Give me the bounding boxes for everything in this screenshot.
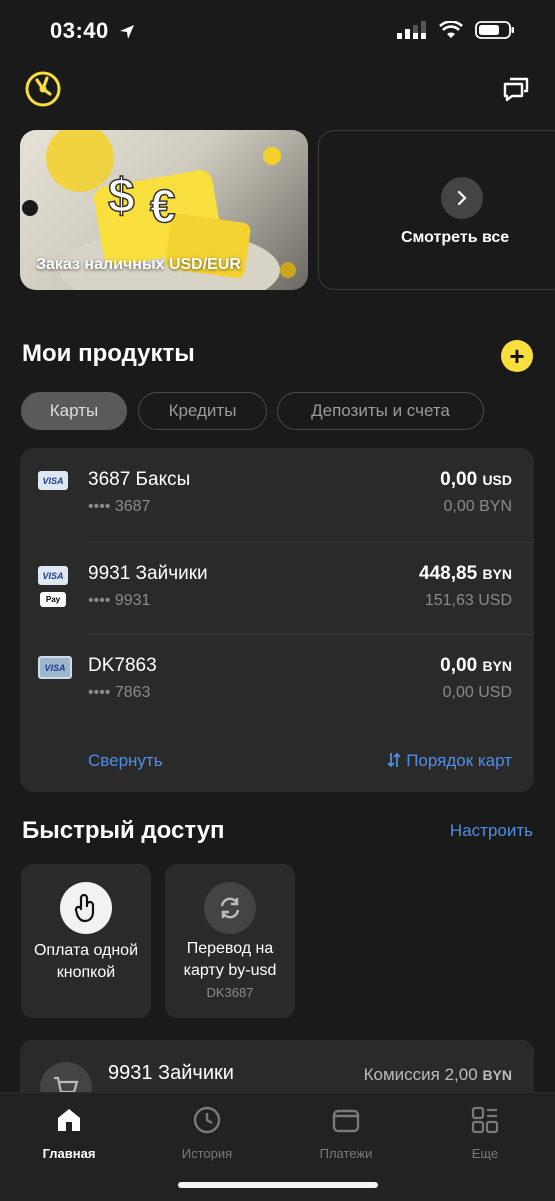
quick-access-title: Быстрый доступ bbox=[22, 817, 225, 844]
bank-logo[interactable] bbox=[24, 70, 62, 108]
card-mask: •••• 7863 bbox=[88, 684, 151, 701]
svg-text:$: $ bbox=[108, 170, 135, 223]
see-all-button[interactable] bbox=[441, 177, 483, 219]
see-all-label: Смотреть все bbox=[401, 229, 510, 246]
nav-more-label: Еще bbox=[471, 1146, 499, 1161]
chat-button[interactable] bbox=[501, 74, 531, 104]
nav-more[interactable]: Еще bbox=[430, 1105, 540, 1161]
clock-icon bbox=[193, 1106, 221, 1134]
card-amount: 448,85 BYN bbox=[419, 563, 512, 584]
plus-icon: + bbox=[509, 341, 525, 371]
nav-payments-label: Платежи bbox=[319, 1146, 373, 1161]
nav-home-label: Главная bbox=[42, 1146, 96, 1161]
refresh-icon bbox=[204, 882, 256, 934]
status-icons bbox=[397, 20, 515, 40]
quick-tile-one-click[interactable]: Оплата одной кнопкой bbox=[21, 864, 151, 1018]
promo-title: Заказ наличных USD/EUR bbox=[36, 256, 241, 273]
battery-icon bbox=[475, 21, 514, 39]
card-amount: 0,00 USD bbox=[440, 469, 512, 490]
visa-icon: VISA bbox=[38, 471, 68, 490]
card-order-link[interactable]: Порядок карт bbox=[387, 751, 512, 771]
quick-tile-sub: DK3687 bbox=[206, 985, 254, 1000]
location-arrow-icon bbox=[120, 25, 135, 40]
tap-icon bbox=[60, 882, 112, 934]
payment-commission: Комиссия 2,00 BYN bbox=[363, 1065, 512, 1084]
status-time: 03:40 bbox=[50, 18, 135, 44]
wifi-icon bbox=[439, 21, 463, 38]
tab-cards[interactable]: Карты bbox=[21, 392, 127, 430]
cellular-signal-icon bbox=[397, 21, 426, 39]
card-amount: 0,00 BYN bbox=[440, 655, 512, 676]
nav-payments[interactable]: Платежи bbox=[291, 1105, 401, 1161]
card-name: 3687 Баксы bbox=[88, 469, 191, 490]
promo-banner[interactable]: $ € Заказ наличных USD/EUR bbox=[20, 130, 308, 290]
nav-home[interactable]: Главная bbox=[14, 1105, 124, 1161]
card-secondary-amount: 0,00 USD bbox=[442, 684, 512, 701]
tab-credits[interactable]: Кредиты bbox=[138, 392, 267, 430]
add-product-button[interactable]: + bbox=[501, 340, 533, 372]
sort-icon bbox=[387, 752, 402, 768]
configure-link[interactable]: Настроить bbox=[450, 821, 533, 841]
payment-name: 9931 Зайчики bbox=[108, 1062, 234, 1084]
svg-text:€: € bbox=[150, 180, 176, 232]
card-mask: •••• 3687 bbox=[88, 498, 151, 515]
card-secondary-amount: 151,63 USD bbox=[424, 592, 512, 609]
home-icon bbox=[58, 1109, 80, 1131]
card-row[interactable]: VISA Pay 9931 Зайчики •••• 9931 448,85 B… bbox=[20, 542, 534, 636]
quick-tile-label: Оплата одной кнопкой bbox=[33, 942, 139, 981]
wallet-icon bbox=[332, 1109, 360, 1133]
nav-history[interactable]: История bbox=[152, 1105, 262, 1161]
tab-deposits[interactable]: Депозиты и счета bbox=[277, 392, 484, 430]
quick-tile-transfer[interactable]: Перевод на карту by-usd DK3687 bbox=[165, 864, 295, 1018]
products-title: Мои продукты bbox=[22, 340, 195, 367]
chat-icon bbox=[503, 77, 529, 102]
chevron-right-icon bbox=[457, 191, 467, 205]
cards-panel: VISA 3687 Баксы •••• 3687 0,00 USD 0,00 … bbox=[20, 448, 534, 792]
quick-tile-label: Перевод на карту by-usd bbox=[183, 940, 277, 979]
home-indicator bbox=[178, 1182, 378, 1188]
apple-pay-icon: Pay bbox=[40, 592, 66, 607]
visa-icon: VISA bbox=[38, 656, 72, 679]
visa-icon: VISA bbox=[38, 566, 68, 585]
card-row[interactable]: VISA 3687 Баксы •••• 3687 0,00 USD 0,00 … bbox=[20, 448, 534, 542]
see-all-card[interactable]: Смотреть все bbox=[318, 130, 555, 290]
logo-icon bbox=[25, 71, 61, 107]
card-row[interactable]: VISA DK7863 •••• 7863 0,00 BYN 0,00 USD bbox=[20, 634, 534, 728]
card-name: DK7863 bbox=[88, 655, 157, 676]
card-name: 9931 Зайчики bbox=[88, 563, 208, 584]
card-mask: •••• 9931 bbox=[88, 592, 151, 609]
grid-icon bbox=[471, 1106, 499, 1134]
card-secondary-amount: 0,00 BYN bbox=[443, 498, 512, 515]
nav-history-label: История bbox=[181, 1146, 233, 1161]
collapse-link[interactable]: Свернуть bbox=[88, 751, 163, 771]
